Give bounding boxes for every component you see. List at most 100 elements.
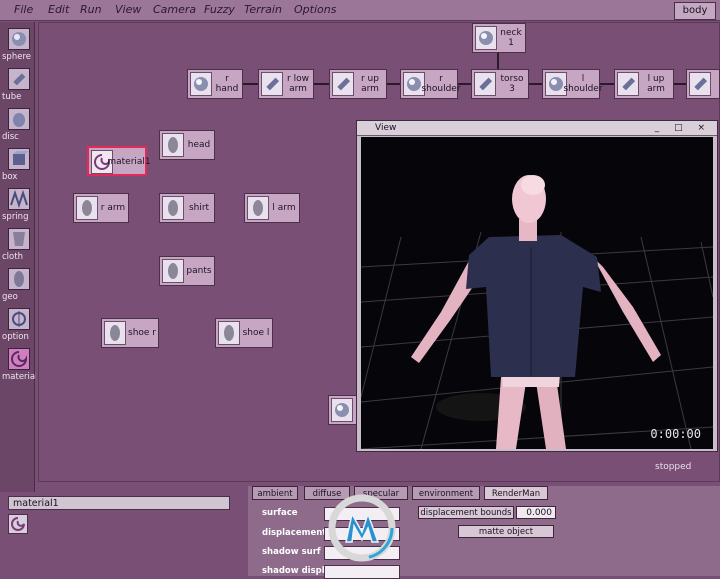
cloth-icon: [8, 228, 30, 250]
displacement-bounds-input[interactable]: 0.000: [516, 506, 556, 519]
window-controls[interactable]: _ □ ×: [655, 121, 711, 135]
tool-label: disc: [2, 132, 19, 142]
material-icon: [8, 348, 30, 370]
node-label: material1: [107, 157, 151, 167]
menu-options[interactable]: Options: [294, 3, 336, 16]
surface-label: surface: [262, 508, 298, 518]
watermark-logo: [322, 488, 402, 568]
tab-environment[interactable]: environment: [412, 486, 480, 500]
geo-icon: [218, 321, 240, 345]
material-name-field[interactable]: material1: [8, 496, 230, 510]
tube-icon: [617, 72, 639, 96]
node-partial[interactable]: [686, 69, 720, 99]
node-label: neck 1: [500, 28, 522, 48]
playback-status: stopped: [655, 462, 692, 472]
geo-icon: [247, 196, 269, 220]
node-material[interactable]: material1: [87, 146, 151, 176]
material-icon: [8, 514, 28, 534]
body-tab[interactable]: body: [674, 2, 716, 20]
tube-icon: [332, 72, 354, 96]
node-l-shoulder[interactable]: l shoulder: [542, 69, 603, 99]
geo-icon: [76, 196, 98, 220]
displacement-bounds-label: displacement bounds: [418, 506, 514, 519]
shadow-displ-label: shadow displ: [262, 566, 325, 576]
geo-icon: [162, 133, 184, 157]
tool-label: geo: [2, 292, 18, 302]
tab-ambient[interactable]: ambient: [252, 486, 298, 500]
view-titlebar[interactable]: View _ □ ×: [357, 121, 717, 136]
tool-geo[interactable]: geo: [2, 268, 34, 308]
tool-sphere[interactable]: sphere: [2, 28, 34, 68]
node-torso[interactable]: torso 3: [471, 69, 529, 99]
timecode: 0:00:00: [650, 427, 701, 441]
box-icon: [8, 148, 30, 170]
node-label: shirt: [188, 203, 210, 213]
menu-bar: File Edit Run View Camera Fuzzy Terrain …: [0, 0, 720, 21]
tool-label: spring: [2, 212, 29, 222]
tool-cloth[interactable]: cloth: [2, 228, 34, 268]
node-label: r shoulder: [421, 74, 461, 94]
node-r-hand[interactable]: r hand: [187, 69, 243, 99]
node-neck[interactable]: neck 1: [472, 23, 526, 53]
node-shirt[interactable]: shirt: [159, 193, 215, 223]
node-label: r up arm: [361, 74, 379, 94]
node-l-up-arm[interactable]: l up arm: [614, 69, 674, 99]
tool-box[interactable]: box: [2, 148, 34, 188]
menu-camera[interactable]: Camera: [153, 3, 196, 16]
disc-icon: [8, 108, 30, 130]
tool-disc[interactable]: disc: [2, 108, 34, 148]
sphere-icon: [331, 398, 353, 422]
view-title: View: [375, 123, 397, 133]
spring-icon: [8, 188, 30, 210]
option-icon: [8, 308, 30, 330]
tube-icon: [8, 68, 30, 90]
tool-spring[interactable]: spring: [2, 188, 34, 228]
node-label: shoe r: [128, 328, 156, 338]
tool-label: material: [2, 372, 36, 382]
node-r-shoulder[interactable]: r shoulder: [400, 69, 461, 99]
tool-label: cloth: [2, 252, 23, 262]
tool-option[interactable]: option: [2, 308, 34, 348]
node-r-up-arm[interactable]: r up arm: [329, 69, 387, 99]
render-scene: [361, 175, 713, 449]
view-window[interactable]: View _ □ × 0:00:00: [356, 120, 718, 452]
node-label: shoe l: [242, 328, 270, 338]
menu-fuzzy[interactable]: Fuzzy: [204, 3, 235, 16]
tool-material[interactable]: material: [2, 348, 36, 388]
tab-renderman[interactable]: RenderMan: [484, 486, 548, 500]
node-r-low-arm[interactable]: r low arm: [258, 69, 314, 99]
menu-terrain[interactable]: Terrain: [244, 3, 282, 16]
node-partial-hidden[interactable]: [328, 395, 358, 425]
menu-view[interactable]: View: [115, 3, 141, 16]
node-pants[interactable]: pants: [159, 256, 215, 286]
3d-viewport[interactable]: 0:00:00: [361, 137, 713, 449]
tool-tube[interactable]: tube: [2, 68, 34, 108]
geo-icon: [8, 268, 30, 290]
tube-icon: [474, 72, 496, 96]
sphere-icon: [475, 26, 497, 50]
tube-icon: [689, 72, 711, 96]
node-r-arm[interactable]: r arm: [73, 193, 129, 223]
node-label: l up arm: [647, 74, 665, 94]
displacement-label: displacement: [262, 528, 327, 538]
tool-label: sphere: [2, 52, 31, 62]
node-label: r hand: [215, 74, 239, 94]
node-l-arm[interactable]: l arm: [244, 193, 300, 223]
node-label: l shoulder: [563, 74, 603, 94]
node-label: r low arm: [287, 74, 309, 94]
node-label: torso 3: [500, 74, 524, 94]
menu-edit[interactable]: Edit: [48, 3, 69, 16]
node-shoe-l[interactable]: shoe l: [215, 318, 273, 348]
node-shoe-r[interactable]: shoe r: [101, 318, 159, 348]
geo-icon: [104, 321, 126, 345]
node-label: r arm: [100, 203, 126, 213]
geo-icon: [162, 196, 184, 220]
sphere-icon: [8, 28, 30, 50]
menu-run[interactable]: Run: [80, 3, 102, 16]
node-label: head: [187, 140, 211, 150]
menu-file[interactable]: File: [14, 3, 33, 16]
sphere-icon: [190, 72, 212, 96]
material-properties-panel: ambient diffuse specular environment Ren…: [248, 486, 720, 579]
node-head[interactable]: head: [159, 130, 215, 160]
matte-object-button[interactable]: matte object: [458, 525, 554, 538]
